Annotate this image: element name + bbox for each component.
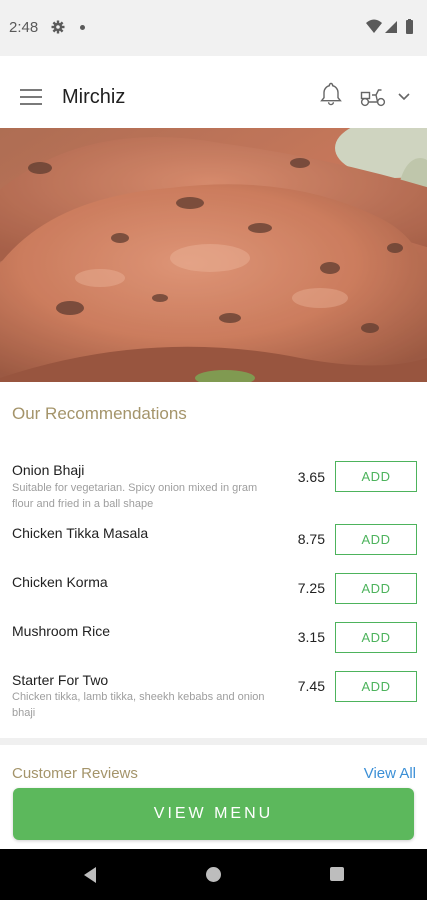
back-icon[interactable]: [82, 866, 98, 884]
gear-icon: [51, 20, 65, 39]
add-button[interactable]: ADD: [335, 524, 417, 555]
notification-dot-icon: [80, 25, 85, 30]
section-divider: [0, 738, 427, 745]
add-button[interactable]: ADD: [335, 671, 417, 702]
app-title: Mirchiz: [62, 86, 126, 108]
battery-icon: [406, 20, 413, 34]
add-button[interactable]: ADD: [335, 461, 417, 492]
chevron-down-icon[interactable]: [398, 93, 410, 101]
item-description: Suitable for vegetarian. Spicy onion mix…: [12, 482, 258, 510]
item-price: 3.15: [297, 629, 325, 645]
view-menu-button[interactable]: VIEW MENU: [13, 788, 414, 840]
menu-icon[interactable]: [20, 88, 42, 106]
wifi-icon: [366, 19, 382, 33]
recents-icon[interactable]: [330, 867, 344, 881]
recommendations-title: Our Recommendations: [12, 404, 187, 423]
add-button[interactable]: ADD: [335, 622, 417, 653]
delivery-scooter-icon[interactable]: [360, 87, 386, 107]
view-all-link[interactable]: View All: [364, 765, 416, 782]
item-name: Starter For Two: [12, 672, 109, 688]
item-price: 7.25: [297, 580, 325, 596]
status-bar: 2:48: [0, 0, 427, 56]
add-button[interactable]: ADD: [335, 573, 417, 604]
hero-image: [0, 128, 427, 382]
item-name: Chicken Korma: [12, 574, 108, 590]
item-name: Onion Bhaji: [12, 462, 85, 478]
system-nav-bar: [0, 849, 427, 900]
item-price: 7.45: [297, 678, 325, 694]
signal-icon: [385, 21, 397, 33]
app-bar: Mirchiz: [0, 56, 427, 128]
reviews-title: Customer Reviews: [12, 765, 138, 782]
item-price: 8.75: [297, 531, 325, 547]
home-icon[interactable]: [206, 867, 221, 882]
item-description: Chicken tikka, lamb tikka, sheekh kebabs…: [12, 691, 265, 719]
status-time: 2:48: [9, 19, 39, 36]
hero-overlay: [0, 128, 427, 382]
system-status-icons: [366, 19, 413, 34]
item-name: Mushroom Rice: [12, 623, 111, 639]
item-price: 3.65: [297, 469, 325, 485]
bell-icon[interactable]: [318, 81, 344, 107]
item-name: Chicken Tikka Masala: [12, 525, 149, 541]
